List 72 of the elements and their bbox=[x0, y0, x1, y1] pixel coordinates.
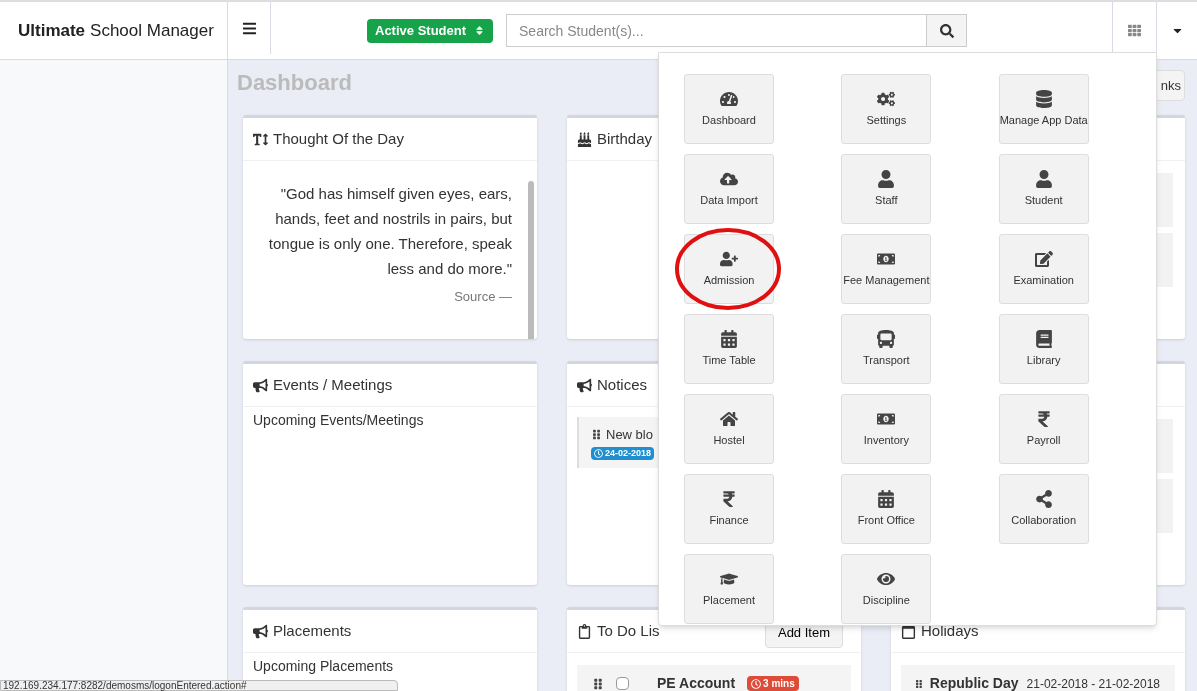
megaphone-icon bbox=[253, 377, 268, 393]
drag-handle-icon bbox=[591, 429, 602, 441]
megaphone-icon bbox=[577, 377, 592, 393]
app-tile[interactable]: Placement bbox=[684, 554, 774, 624]
user-plus-icon bbox=[720, 249, 738, 268]
drag-handle-icon bbox=[916, 677, 922, 690]
clock-icon bbox=[751, 678, 762, 689]
clipboard-icon bbox=[577, 623, 592, 639]
app-tile[interactable]: Collaboration bbox=[998, 474, 1089, 544]
app-tile[interactable]: Time Table bbox=[684, 314, 774, 384]
app-tile[interactable]: Manage App Data bbox=[998, 74, 1089, 144]
app-logo[interactable]: Ultimate School Manager bbox=[0, 2, 228, 59]
app-tile[interactable]: Front Office bbox=[841, 474, 932, 544]
card-text: Upcoming Placements bbox=[252, 657, 395, 674]
menu-icon bbox=[241, 20, 257, 36]
app-tile[interactable]: Staff bbox=[841, 154, 932, 224]
app-tile[interactable]: Payroll bbox=[998, 394, 1089, 464]
card-text: Upcoming Events/Meetings bbox=[252, 411, 425, 428]
app-tile[interactable]: Fee Management bbox=[841, 234, 932, 304]
card-title: Birthday bbox=[597, 128, 653, 149]
status-bar: 192.169.234.177:8282/demosms/logonEntered.action# bbox=[0, 680, 398, 691]
card-title: Placements bbox=[273, 620, 352, 641]
bus-icon bbox=[877, 329, 896, 348]
date-badge: 24-02-2018 bbox=[591, 446, 655, 460]
gears-icon bbox=[877, 89, 896, 108]
app-tile[interactable]: Hostel bbox=[684, 394, 774, 464]
page-title: Dashboard bbox=[237, 69, 352, 97]
card-title: To Do Lis bbox=[597, 620, 660, 641]
house-icon bbox=[720, 409, 738, 428]
card-title: Notices bbox=[597, 374, 648, 395]
book-icon bbox=[1034, 329, 1053, 348]
search-icon bbox=[939, 23, 954, 38]
cake-icon bbox=[577, 131, 592, 147]
quote-source: Source — bbox=[454, 288, 512, 306]
time-badge: 3 mins bbox=[747, 676, 799, 691]
app-tile[interactable]: Examination bbox=[998, 234, 1089, 304]
app-tile[interactable]: Settings bbox=[841, 74, 932, 144]
notice-title: New blo bbox=[606, 426, 653, 444]
calendar-icon bbox=[877, 489, 896, 508]
todo-text: PE Account bbox=[657, 674, 736, 691]
database-icon bbox=[1034, 89, 1053, 108]
app-tile[interactable]: Inventory bbox=[841, 394, 932, 464]
app-tile[interactable]: Discipline bbox=[841, 554, 932, 624]
calendar-icon bbox=[720, 329, 738, 348]
share-icon bbox=[1034, 489, 1053, 508]
text-icon bbox=[253, 131, 268, 147]
app-tile[interactable]: Admission bbox=[684, 234, 774, 304]
grid-icon bbox=[1128, 24, 1141, 37]
app-tile[interactable]: Data Import bbox=[684, 154, 774, 224]
rupee-icon bbox=[720, 489, 738, 508]
user-icon bbox=[1034, 169, 1053, 188]
user-icon bbox=[877, 169, 896, 188]
todo-item[interactable]: PE Account 3 mins bbox=[577, 665, 851, 691]
edit-icon bbox=[1034, 249, 1053, 268]
search-field[interactable]: Search Student(s)... bbox=[506, 14, 927, 47]
app-tile[interactable]: Library bbox=[998, 314, 1089, 384]
megaphone-icon bbox=[253, 623, 268, 639]
holiday-name: Republic Day bbox=[929, 674, 1019, 691]
drag-handle-icon bbox=[592, 677, 604, 690]
todo-checkbox[interactable] bbox=[616, 677, 629, 690]
clock-icon bbox=[594, 448, 603, 458]
app-tile[interactable]: Finance bbox=[684, 474, 774, 544]
quote-text: "God has himself given eyes, ears, hands, feet and nostrils in pairs, but tongue is only one. Therefore, speak less and do more." bbox=[267, 184, 512, 279]
holiday-dates: 21-02-2018 - 21-02-2018 bbox=[1026, 675, 1160, 691]
sort-arrows-icon bbox=[474, 25, 485, 36]
app-tile[interactable]: Dashboard bbox=[684, 74, 774, 144]
gauge-icon bbox=[720, 89, 738, 108]
app-tile[interactable]: Student bbox=[998, 154, 1089, 224]
search-button[interactable] bbox=[927, 14, 967, 47]
app-tile[interactable]: Transport bbox=[841, 314, 932, 384]
card-title: Events / Meetings bbox=[273, 374, 393, 395]
card-title: Thought Of the Day bbox=[273, 128, 404, 149]
